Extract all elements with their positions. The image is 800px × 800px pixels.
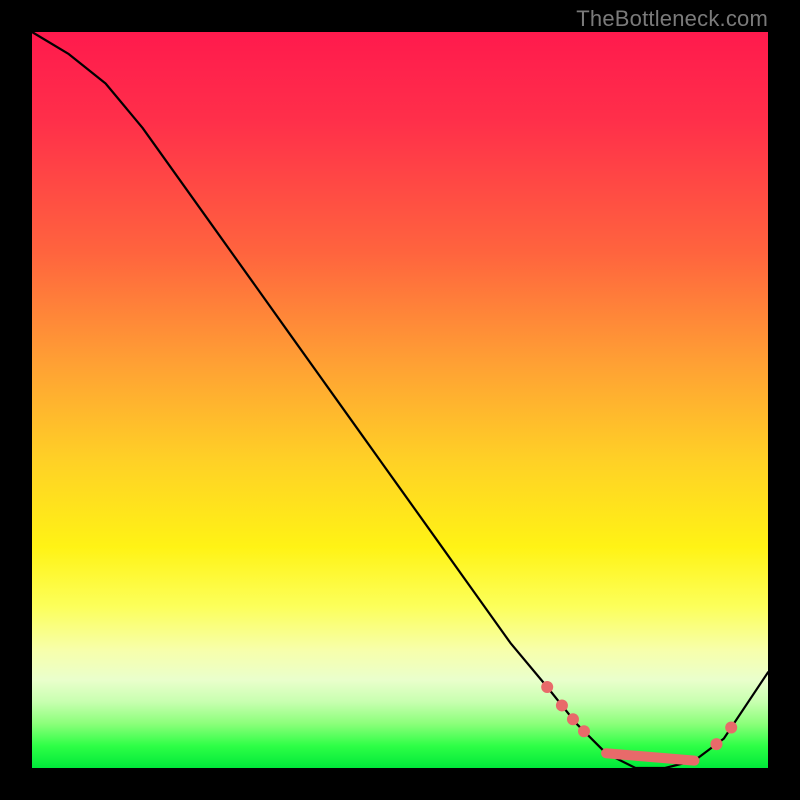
marker-layer <box>541 681 737 761</box>
curve-marker-dot <box>556 699 568 711</box>
curve-marker-dot <box>725 722 737 734</box>
watermark-label: TheBottleneck.com <box>576 6 768 32</box>
chart-frame: TheBottleneck.com <box>0 0 800 800</box>
curve-marker-dot <box>710 738 722 750</box>
curve-marker-dot <box>567 713 579 725</box>
curve-svg <box>32 32 768 768</box>
curve-marker-dot <box>541 681 553 693</box>
bottleneck-curve <box>32 32 768 768</box>
curve-marker-dot <box>578 725 590 737</box>
plot-area <box>32 32 768 768</box>
